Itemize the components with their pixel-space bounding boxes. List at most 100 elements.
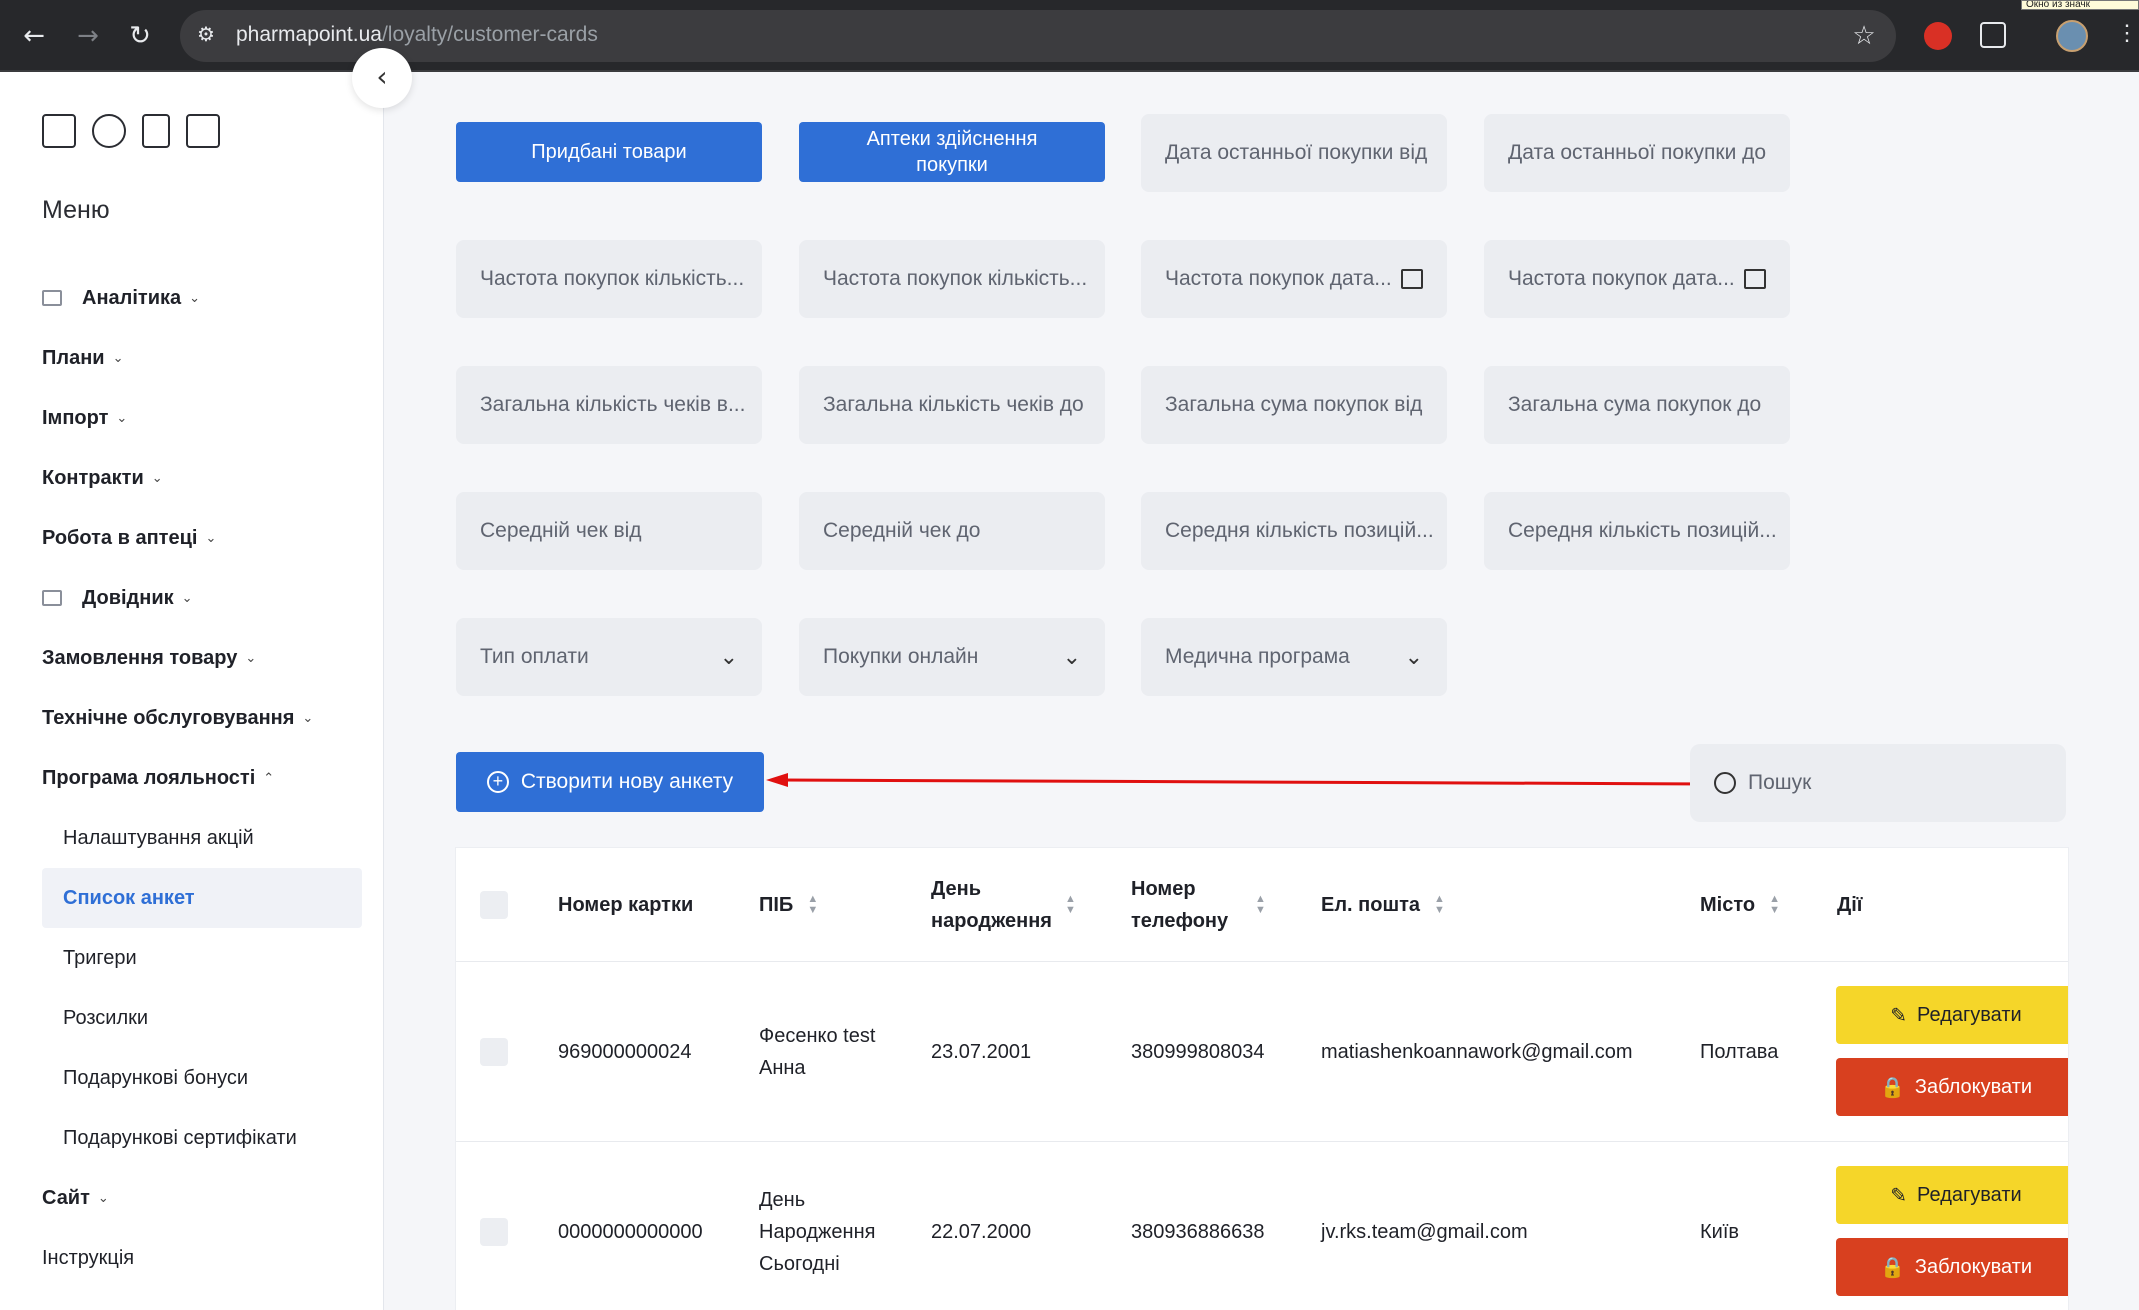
select-all-checkbox[interactable] xyxy=(480,891,508,919)
header-name[interactable]: ПІБ ▲ ▼ xyxy=(759,848,818,962)
calendar-icon[interactable] xyxy=(1744,269,1766,289)
sort-icon[interactable]: ▲ ▼ xyxy=(1065,894,1076,916)
freq-count-from-input[interactable]: Частота покупок кількість... xyxy=(456,240,762,318)
email: jv.rks.team@gmail.com xyxy=(1321,1221,1528,1243)
avg-items-from-input[interactable]: Середня кількість позицій... xyxy=(1141,492,1447,570)
pencil-icon: ✎ xyxy=(1890,1004,1908,1027)
sidebar-item-triggers[interactable]: Тригери xyxy=(42,928,362,988)
checks-to-input[interactable]: Загальна кількість чеків до xyxy=(799,366,1105,444)
sidebar-item-pharmacy-work[interactable]: Робота в аптеці ⌄ xyxy=(42,508,362,568)
birthday: 23.07.2001 xyxy=(931,1041,1032,1063)
bookmark-star-icon[interactable]: ☆ xyxy=(1846,18,1882,54)
browser-toolbar: ← → ↻ ⚙ pharmapoint.ua/loyalty/customer-… xyxy=(0,0,2139,72)
sidebar-item-contracts[interactable]: Контракти ⌄ xyxy=(42,448,362,508)
sidebar-item-analytics[interactable]: Аналітика ⌄ xyxy=(42,268,362,328)
sum-from-input[interactable]: Загальна сума покупок від xyxy=(1141,366,1447,444)
search-icon xyxy=(1714,772,1736,794)
list-icon xyxy=(42,590,62,606)
back-icon[interactable]: ← xyxy=(16,18,52,54)
sidebar-item-site[interactable]: Сайт ⌄ xyxy=(42,1168,362,1228)
purchased-goods-button[interactable]: Придбані товари xyxy=(456,122,762,182)
row-checkbox[interactable] xyxy=(480,1218,508,1246)
city: Полтава xyxy=(1700,1041,1779,1063)
edit-button[interactable]: ✎ Редагувати xyxy=(1836,986,2068,1044)
header-birthday[interactable]: День народження ▲ ▼ xyxy=(931,848,1091,962)
edit-button[interactable]: ✎ Редагувати xyxy=(1836,1166,2068,1224)
freq-date-from-input[interactable]: Частота покупок дата... xyxy=(1141,240,1447,318)
email: matiashenkoannawork@gmail.com xyxy=(1321,1041,1633,1063)
reload-icon[interactable]: ↻ xyxy=(122,18,158,54)
sidebar-item-import[interactable]: Імпорт ⌄ xyxy=(42,388,362,448)
table-header: Номер картки ПІБ ▲ ▼ День народження ▲ ▼ Ном… xyxy=(456,848,2068,962)
sort-icon[interactable]: ▲ ▼ xyxy=(1255,894,1266,916)
search-input[interactable]: Пошук xyxy=(1690,744,2066,822)
chevron-down-icon: ⌄ xyxy=(719,644,738,670)
collapse-sidebar-button[interactable]: ‹ xyxy=(352,48,412,108)
birthday: 22.07.2000 xyxy=(931,1221,1032,1243)
online-purchases-select[interactable]: Покупки онлайн ⌄ xyxy=(799,618,1105,696)
sidebar-item-reference[interactable]: Довідник ⌄ xyxy=(42,568,362,628)
profile-avatar[interactable] xyxy=(2056,20,2088,52)
sidebar-item-questionnaires[interactable]: Список анкет xyxy=(42,868,362,928)
sidebar-item-gift-bonuses[interactable]: Подарункові бонуси xyxy=(42,1048,362,1108)
sort-icon[interactable]: ▲ ▼ xyxy=(1769,894,1780,916)
table-row: 0000000000000 День Народження Сьогодні 2… xyxy=(456,1142,2068,1310)
last-purchase-from-input[interactable]: Дата останньої покупки від xyxy=(1141,114,1447,192)
create-questionnaire-button[interactable]: + Створити нову анкету xyxy=(456,752,764,812)
sum-to-input[interactable]: Загальна сума покупок до xyxy=(1484,366,1790,444)
row-checkbox[interactable] xyxy=(480,1038,508,1066)
sidebar-item-mailings[interactable]: Розсилки xyxy=(42,988,362,1048)
sidebar-item-maintenance[interactable]: Технічне обслуговування ⌄ xyxy=(42,688,362,748)
avg-items-to-input[interactable]: Середня кількість позицій... xyxy=(1484,492,1790,570)
header-city[interactable]: Місто ▲ ▼ xyxy=(1700,848,1780,962)
lock-icon: 🔒 xyxy=(1879,1076,1905,1099)
url-text[interactable]: pharmapoint.ua/loyalty/customer-cards xyxy=(236,23,598,47)
last-purchase-to-input[interactable]: Дата останньої покупки до xyxy=(1484,114,1790,192)
extension-stop-icon[interactable] xyxy=(1924,22,1952,50)
block-button[interactable]: 🔒 Заблокувати xyxy=(1836,1058,2068,1116)
city: Київ xyxy=(1700,1221,1740,1243)
sidebar-item-promo-settings[interactable]: Налаштування акцій xyxy=(42,808,362,868)
phone: 380936886638 xyxy=(1131,1221,1265,1243)
pencil-icon: ✎ xyxy=(1890,1184,1908,1207)
customer-name: Фесенко test Анна xyxy=(759,1025,876,1079)
sort-icon[interactable]: ▲ ▼ xyxy=(1434,894,1445,916)
forward-icon[interactable]: → xyxy=(70,18,106,54)
header-phone[interactable]: Номер телефону ▲ ▼ xyxy=(1131,848,1281,962)
payment-type-select[interactable]: Тип оплати ⌄ xyxy=(456,618,762,696)
chevron-down-icon: ⌄ xyxy=(1062,644,1081,670)
avg-check-to-input[interactable]: Середній чек до xyxy=(799,492,1105,570)
card-number: 969000000024 xyxy=(558,1041,692,1063)
sidebar: Меню Аналітика ⌄ Плани ⌄ Імпорт ⌄ Контракти… xyxy=(0,72,384,1310)
customer-name: День Народження Сьогодні xyxy=(759,1189,876,1275)
medical-program-select[interactable]: Медична програма ⌄ xyxy=(1141,618,1447,696)
freq-date-to-input[interactable]: Частота покупок дата... xyxy=(1484,240,1790,318)
menu-title: Меню xyxy=(42,196,110,224)
header-actions: Дії xyxy=(1837,894,1863,916)
sidebar-item-plans[interactable]: Плани ⌄ xyxy=(42,328,362,388)
avg-check-from-input[interactable]: Середній чек від xyxy=(456,492,762,570)
calendar-icon[interactable] xyxy=(1401,269,1423,289)
sidebar-item-instructions[interactable]: Інструкція xyxy=(42,1228,362,1288)
sidebar-item-orders[interactable]: Замовлення товару ⌄ xyxy=(42,628,362,688)
block-button[interactable]: 🔒 Заблокувати xyxy=(1836,1238,2068,1296)
menu-list: Аналітика ⌄ Плани ⌄ Імпорт ⌄ Контракти ⌄ Роб… xyxy=(42,268,362,1288)
kebab-menu-icon[interactable]: ⋮ xyxy=(2116,20,2138,46)
store-icon[interactable] xyxy=(42,114,76,148)
sort-icon[interactable]: ▲ ▼ xyxy=(807,894,818,916)
annotation-arrow xyxy=(766,773,1715,787)
pie-chart-icon[interactable] xyxy=(92,114,126,148)
freq-count-to-input[interactable]: Частота покупок кількість... xyxy=(799,240,1105,318)
extensions-icon[interactable] xyxy=(1980,22,2006,48)
document-icon[interactable] xyxy=(142,114,170,148)
header-email[interactable]: Ел. пошта ▲ ▼ xyxy=(1321,848,1445,962)
site-info-icon[interactable]: ⚙ xyxy=(192,22,220,50)
sidebar-item-gift-certificates[interactable]: Подарункові сертифікати xyxy=(42,1108,362,1168)
main-content: Придбані товари Аптеки здійснення покупк… xyxy=(384,72,2139,1310)
book-icon[interactable] xyxy=(186,114,220,148)
pharmacies-button[interactable]: Аптеки здійснення покупки xyxy=(799,122,1105,182)
header-card: Номер картки xyxy=(558,894,694,916)
grid-icon xyxy=(42,290,62,306)
checks-from-input[interactable]: Загальна кількість чеків в... xyxy=(456,366,762,444)
sidebar-item-loyalty[interactable]: Програма лояльності ⌃ xyxy=(42,748,362,808)
